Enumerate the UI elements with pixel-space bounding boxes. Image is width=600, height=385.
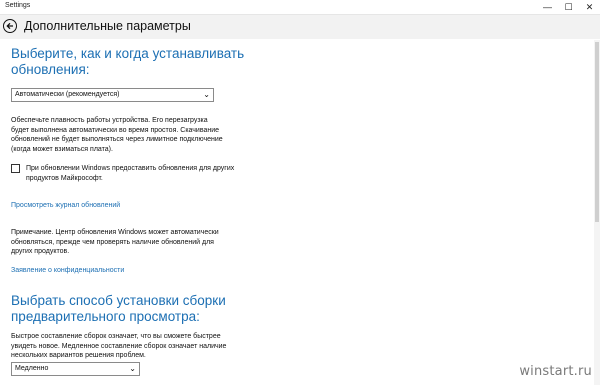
- updates-heading: Выберите, как и когда устанавливать обно…: [11, 46, 245, 77]
- back-arrow-icon: [6, 22, 13, 30]
- chevron-down-icon: ⌄: [203, 90, 210, 99]
- build-speed-value: Медленно: [15, 365, 49, 372]
- window-titlebar: Settings — ☐ ✕: [0, 0, 600, 15]
- build-speed-dropdown[interactable]: Медленно ⌄: [11, 362, 140, 376]
- watermark: winstart.ru: [519, 364, 592, 379]
- update-history-link[interactable]: Просмотреть журнал обновлений: [11, 202, 120, 209]
- close-button[interactable]: ✕: [579, 0, 600, 14]
- scrollbar-thumb[interactable]: [595, 42, 599, 222]
- update-mode-value: Автоматически (рекомендуется): [15, 91, 120, 98]
- page-header: Дополнительные параметры: [0, 15, 600, 39]
- preview-description: Быстрое составление сборок означает, что…: [11, 333, 227, 360]
- updates-description: Обеспечьте плавность работы устройства. …: [11, 117, 223, 153]
- updates-note: Примечание. Центр обновления Windows мож…: [11, 229, 219, 256]
- minimize-button[interactable]: —: [537, 0, 558, 14]
- update-mode-dropdown[interactable]: Автоматически (рекомендуется) ⌄: [11, 88, 214, 102]
- window-title: Settings: [5, 2, 31, 9]
- maximize-button[interactable]: ☐: [558, 0, 579, 14]
- page-title: Дополнительные параметры: [24, 19, 191, 33]
- other-products-label: При обновлении Windows предоставить обно…: [26, 165, 235, 182]
- preview-heading: Выбрать способ установки сборки предвари…: [11, 293, 226, 324]
- other-products-checkbox[interactable]: [11, 164, 20, 173]
- chevron-down-icon: ⌄: [129, 364, 136, 373]
- scrollbar[interactable]: [594, 40, 600, 385]
- other-products-option: При обновлении Windows предоставить обно…: [11, 164, 251, 186]
- privacy-statement-link[interactable]: Заявление о конфиденциальности: [11, 267, 124, 274]
- back-button[interactable]: [3, 19, 17, 33]
- window-controls: — ☐ ✕: [537, 0, 600, 14]
